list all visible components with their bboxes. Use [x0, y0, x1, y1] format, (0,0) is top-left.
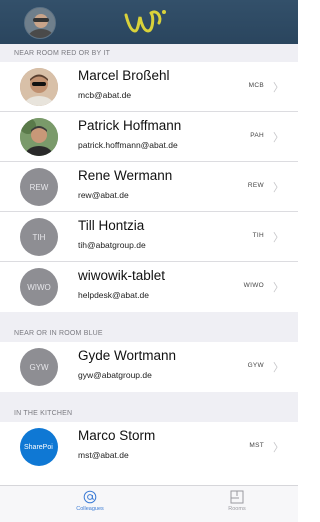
avatar: REW	[20, 168, 58, 206]
person-code: MCB	[248, 82, 264, 89]
person-code: PAH	[250, 132, 264, 139]
chevron-right-icon: 〉	[273, 442, 284, 454]
app-header	[0, 0, 298, 44]
person-photo-icon	[20, 68, 58, 106]
floorplan-icon	[230, 490, 244, 504]
profile-avatar[interactable]	[24, 7, 56, 39]
avatar	[20, 118, 58, 156]
tab-colleagues[interactable]: Colleagues	[60, 490, 120, 512]
tab-bar: Colleagues Rooms	[0, 485, 298, 522]
person-name: Till Hontzia	[78, 218, 145, 233]
section-header: NEAR OR IN ROOM BLUE	[0, 324, 298, 342]
tab-label: Colleagues	[76, 506, 104, 512]
section-spacer	[0, 392, 298, 404]
app-logo	[124, 10, 166, 33]
person-photo-icon	[20, 118, 58, 156]
list-item[interactable]: Marcel Broßehl mcb@abat.de MCB 〉	[0, 62, 298, 112]
person-name: Marco Storm	[78, 428, 156, 443]
person-email: rew@abat.de	[78, 190, 129, 200]
chevron-right-icon: 〉	[273, 82, 284, 94]
list-item[interactable]: GYW Gyde Wortmann gyw@abatgroup.de GYW 〉	[0, 342, 298, 392]
at-sign-icon	[83, 490, 97, 504]
section-header: NEAR ROOM RED OR BY IT	[0, 44, 298, 62]
tab-label: Rooms	[228, 506, 246, 512]
person-email: helpdesk@abat.de	[78, 290, 150, 300]
person-email: mst@abat.de	[78, 450, 129, 460]
list-item[interactable]: Patrick Hoffmann patrick.hoffmann@abat.d…	[0, 112, 298, 162]
list-item[interactable]: SharePoi Marco Storm mst@abat.de MST 〉	[0, 422, 298, 472]
avatar: GYW	[20, 348, 58, 386]
chevron-right-icon: 〉	[273, 362, 284, 374]
list-item[interactable]: WIWO wiwowik-tablet helpdesk@abat.de WIW…	[0, 262, 298, 312]
section-spacer	[0, 312, 298, 324]
person-code: MST	[249, 442, 264, 449]
sharepoint-logo: SharePoi	[24, 443, 53, 451]
colleagues-list[interactable]: NEAR ROOM RED OR BY IT Marcel Broßehl mc…	[0, 44, 298, 485]
person-name: Marcel Broßehl	[78, 68, 170, 83]
person-code: GYW	[247, 362, 264, 369]
person-code: REW	[247, 182, 264, 189]
person-code: WIWO	[243, 282, 264, 289]
chevron-right-icon: 〉	[273, 232, 284, 244]
avatar: SharePoi	[20, 428, 58, 466]
person-code: TIH	[252, 232, 264, 239]
person-email: mcb@abat.de	[78, 90, 132, 100]
list-item[interactable]: REW Rene Wermann rew@abat.de REW 〉	[0, 162, 298, 212]
person-name: Gyde Wortmann	[78, 348, 177, 363]
chevron-right-icon: 〉	[273, 182, 284, 194]
person-name: wiwowik-tablet	[78, 268, 166, 283]
list-item[interactable]: TIH Till Hontzia tih@abatgroup.de TIH 〉	[0, 212, 298, 262]
chevron-right-icon: 〉	[273, 132, 284, 144]
person-email: tih@abatgroup.de	[78, 240, 146, 250]
person-email: patrick.hoffmann@abat.de	[78, 140, 178, 150]
person-name: Rene Wermann	[78, 168, 173, 183]
person-name: Patrick Hoffmann	[78, 118, 182, 133]
avatar	[20, 68, 58, 106]
avatar: TIH	[20, 218, 58, 256]
tab-rooms[interactable]: Rooms	[207, 490, 267, 512]
person-email: gyw@abatgroup.de	[78, 370, 152, 380]
avatar: WIWO	[20, 268, 58, 306]
chevron-right-icon: 〉	[273, 282, 284, 294]
section-header: IN THE KITCHEN	[0, 404, 298, 422]
